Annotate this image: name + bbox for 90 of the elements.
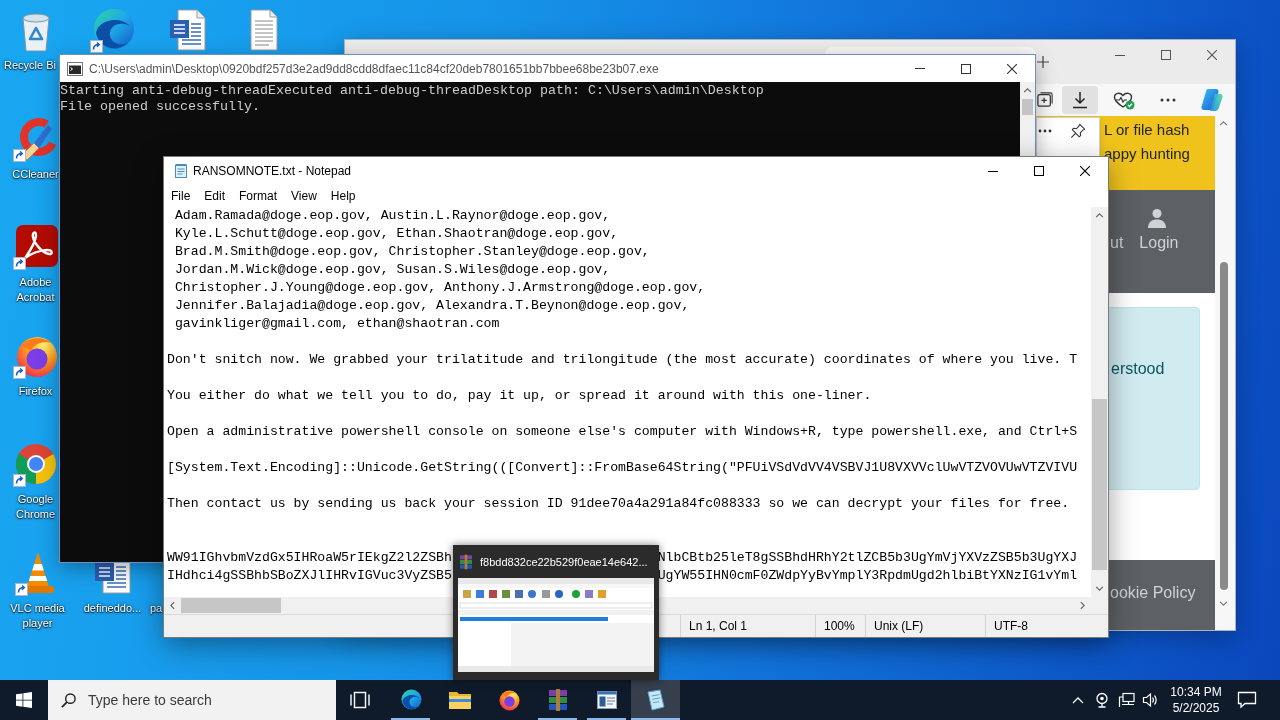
copilot-icon[interactable] <box>1199 88 1225 112</box>
close-icon[interactable] <box>1080 166 1090 176</box>
text-line: Then contact us by sending us back your session ID 91dee70a4a291a84fc088333 so we can decrypt your files for free. <box>167 495 1070 513</box>
menu-item[interactable]: Help <box>323 185 363 207</box>
user-icon[interactable] <box>1147 208 1168 228</box>
menu-item[interactable]: View <box>284 185 324 207</box>
menu-item[interactable]: Format <box>232 185 285 207</box>
heart-pulse-icon[interactable] <box>1113 90 1135 110</box>
close-icon[interactable] <box>1007 63 1017 74</box>
nav-link[interactable]: ut <box>1110 233 1124 253</box>
plus-icon[interactable] <box>1037 56 1049 68</box>
status-text: Unix (LF) <box>874 619 924 633</box>
status-text: Ln 1, Col 1 <box>689 619 748 633</box>
window-title: RANSOMNOTE.txt - Notepad <box>193 164 352 178</box>
pin-icon[interactable] <box>1070 123 1086 139</box>
chevron-down-icon[interactable] <box>1095 586 1104 591</box>
desktop-icon-label[interactable]: Adobe Acrobat <box>11 275 60 305</box>
search-icon[interactable] <box>61 692 76 708</box>
square-plus-icon[interactable] <box>1037 92 1053 108</box>
book-stack-icon <box>458 553 474 570</box>
desktop-icon-label[interactable]: defineddo... <box>83 600 142 616</box>
vertical-scrollbar[interactable] <box>1091 207 1108 597</box>
notepad-icon <box>173 163 189 179</box>
status-text: 100% <box>824 619 855 633</box>
text-line: [System.Text.Encoding]::Unicode.GetString(([Convert]::FromBase64String("PFUiVSdVdVV4VSBVJ1U8VXVVclUwVTZVOVUwVTZVIVU <box>167 459 1078 477</box>
notice-text: erstood <box>1111 359 1166 379</box>
chevron-down-icon[interactable] <box>1219 600 1228 606</box>
search-field[interactable]: Type here to search <box>88 692 318 708</box>
search-bar[interactable]: Type here to search <box>48 680 336 720</box>
desktop-icon-label[interactable]: CCleaner <box>12 166 59 182</box>
text-line: Don't snitch now. We grabbed your trilatitude and trilongitude (the most accurate) coordinates of where you live. T <box>167 351 1078 369</box>
edge-icon[interactable] <box>88 6 137 54</box>
minimize-icon[interactable] <box>1115 54 1125 56</box>
network-icon[interactable] <box>1117 692 1135 708</box>
console-icon <box>67 60 83 77</box>
text-line: Christopher.J.Young@doge.eop.gov, Anthony.J.Armstrong@doge.eop.gov, <box>173 279 706 297</box>
desktop-icon-label[interactable]: pa <box>150 600 163 616</box>
chevron-left-icon[interactable] <box>170 601 175 610</box>
maximize-icon[interactable] <box>1161 50 1171 60</box>
taskbar-button[interactable] <box>631 680 680 720</box>
edge-icon[interactable] <box>398 688 423 712</box>
console-line: File opened successfully. <box>60 99 260 115</box>
more-icon[interactable] <box>1038 129 1052 133</box>
minimize-icon[interactable] <box>988 170 998 172</box>
menu-item[interactable]: File <box>164 185 198 207</box>
preview-title: f8bdd832ce22b529f0eae14e642... <box>480 555 648 568</box>
notification-icon[interactable] <box>1237 691 1257 709</box>
text-line: gavinkliger@gmail.com, ethan@shaotran.com <box>173 315 500 333</box>
maximize-icon[interactable] <box>1034 166 1044 176</box>
more-icon[interactable] <box>1160 98 1176 102</box>
window-title: C:\Users\admin\Desktop\0920bdf257d3e2ad9dd8cdd8dfaec11c84cf20deb7801651bb7bbee68be23b07.exe <box>89 61 659 76</box>
text-line: Brad.M.Smith@doge.eop.gov, Christopher.Stanley@doge.eop.gov, <box>173 243 650 261</box>
task-view-icon[interactable] <box>350 691 370 709</box>
text-line: Jennifer.Balajadia@doge.eop.gov, Alexandra.T.Beynon@doge.eop.gov, <box>173 297 690 315</box>
window-app-icon[interactable] <box>594 688 619 712</box>
window-thumbnail-drawing[interactable] <box>458 578 654 672</box>
desktop-icon-label[interactable]: Firefox <box>18 383 53 399</box>
scrollbar-thumb[interactable] <box>181 598 281 613</box>
vertical-scrollbar[interactable] <box>1020 82 1035 157</box>
download-icon[interactable] <box>1071 91 1089 109</box>
scrollbar-thumb[interactable] <box>1022 99 1033 115</box>
windows-logo-icon[interactable] <box>16 692 32 708</box>
scrollbar-thumb[interactable] <box>1092 399 1107 570</box>
acrobat-icon[interactable] <box>11 223 60 271</box>
desktop-icon-label[interactable]: Recycle Bi <box>4 58 56 73</box>
text-line: You either do what we tell you to do, pay it up, or spread it around with this one-liner. <box>167 387 872 405</box>
text-line: Jordan.M.Wick@doge.eop.gov, Susan.S.Wiles@doge.eop.gov, <box>173 261 611 279</box>
console-line: Starting anti-debug-threadExecuted anti-debug-threadDesktop path: C:\Users\admin\Desktop <box>60 83 764 99</box>
text-line: Adam.Ramada@doge.eop.gov, Austin.L.Raynor@doge.eop.gov, <box>173 207 611 225</box>
speaker-icon[interactable] <box>1142 692 1158 708</box>
webcam-icon[interactable] <box>1094 692 1110 708</box>
downloads-button[interactable] <box>1062 86 1098 114</box>
login-link[interactable]: Login <box>1139 208 1179 253</box>
banner-text: L or file hash <box>1104 120 1191 140</box>
footer-link[interactable]: ookie Policy <box>1110 583 1196 603</box>
desktop-icon-label[interactable]: Google Chrome <box>11 492 60 522</box>
text-line: NlbCBtb25leT8gSSBhdHRhY2tlZCB5b3UgYmVjYXVzZSB5b3UgYXJ <box>657 549 1078 567</box>
status-text: UTF-8 <box>994 619 1028 633</box>
text-line: WW91IGhvbmVzdGx5IHRoaW5rIEkgZ2l2ZSBh <box>167 549 452 567</box>
maximize-icon[interactable] <box>961 63 971 74</box>
banner-text: appy hunting <box>1104 144 1191 164</box>
desktop-icon-label[interactable]: VLC media player <box>1 600 74 631</box>
text-line: UgYW55IHN0cmF0ZWdpYyBvYmplY3RpdmUgd2hlbiBtYXNzIG1vYml <box>657 567 1078 585</box>
clock-button[interactable]: 10:34 PM 5/2/2025 <box>1162 680 1230 720</box>
scrollbar-thumb[interactable] <box>1219 262 1228 590</box>
text-line: Open a administrative powershell console on someone else's computer with Windows+R, type powershell.exe, and Ctrl+S <box>167 423 1078 441</box>
menu-item[interactable]: Edit <box>197 185 233 207</box>
text-line: Kyle.L.Schutt@doge.eop.gov, Ethan.Shaotran@doge.eop.gov, <box>173 225 619 243</box>
text-line: IHdhci4gSSBhbSBoZXJlIHRvIGVuc3VyZSB5 <box>167 567 452 585</box>
chevron-right-icon[interactable] <box>1080 601 1085 610</box>
